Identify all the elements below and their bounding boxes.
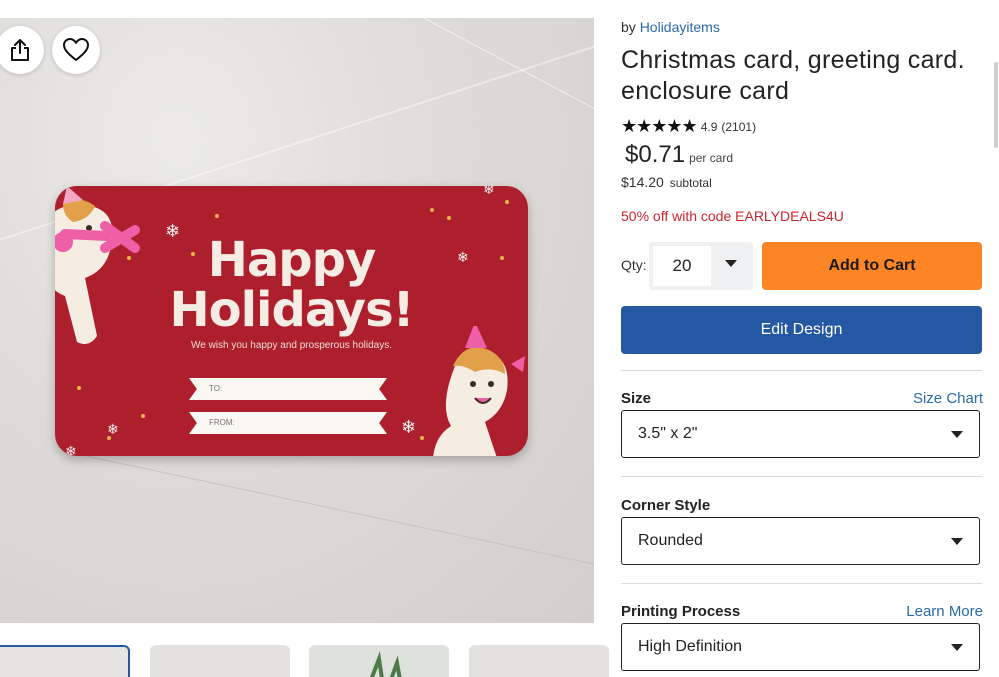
card-art-line2: Holidays! (169, 282, 414, 338)
subtotal-value: $14.20 (621, 174, 664, 190)
corner-style-select-value: Rounded (638, 532, 703, 549)
card-art-line1: Happy (207, 232, 377, 288)
confetti-dot (430, 208, 434, 212)
by-prefix: by (621, 19, 636, 35)
divider (621, 583, 982, 584)
page-scrollbar[interactable] (994, 62, 998, 148)
thumbnail-strip (0, 645, 609, 677)
product-card-image[interactable]: ❄ ❄ ❄ ❄ ❄ ❄ Happy Holidays! We wish you … (55, 186, 528, 456)
confetti-dot (141, 414, 145, 418)
heart-icon (63, 38, 89, 61)
printing-process-label: Printing Process (621, 603, 741, 620)
rating-row[interactable]: ★★★★★ 4.9 (2101) (621, 116, 756, 137)
chevron-down-icon (951, 538, 963, 545)
confetti-dot (215, 214, 219, 218)
share-icon (11, 39, 29, 61)
marble-vein (86, 455, 594, 582)
size-select[interactable]: 3.5" x 2" (621, 410, 980, 458)
subtotal: $14.20 subtotal (621, 174, 712, 190)
qty-label: Qty: (621, 257, 647, 273)
promo-text: 50% off with code EARLYDEALS4U (621, 208, 844, 224)
thumbnail-1[interactable] (0, 645, 130, 677)
rating-count: (2101) (721, 119, 757, 134)
confetti-dot (77, 386, 81, 390)
divider (621, 370, 982, 371)
divider (621, 476, 982, 477)
card-art-subtitle: We wish you happy and prosperous holiday… (190, 340, 393, 351)
printing-process-select[interactable]: High Definition (621, 623, 980, 671)
price-unit: per card (689, 151, 734, 165)
rating-stars-icon: ★★★★★ (621, 116, 698, 136)
confetti-dot (420, 436, 424, 440)
card-to-label: TO: (209, 384, 223, 393)
price: $0.71 per card (625, 141, 733, 169)
add-to-cart-button[interactable]: Add to Cart (762, 242, 982, 290)
thumbnail-2[interactable] (150, 645, 290, 677)
price-value: $0.71 (625, 141, 686, 168)
favorite-button[interactable] (52, 26, 100, 74)
chevron-down-icon (951, 431, 963, 438)
thumbnail-4[interactable] (469, 645, 609, 677)
plant-thumbnail-art (369, 651, 402, 677)
card-from-ribbon: FROM: (189, 412, 387, 434)
snowflake-icon: ❄ (483, 186, 495, 197)
rating-value: 4.9 (700, 119, 718, 134)
card-from-label: FROM: (209, 418, 235, 427)
subtotal-label: subtotal (669, 176, 712, 190)
chevron-down-icon[interactable] (725, 260, 737, 267)
thumbnail-3[interactable] (309, 645, 449, 677)
quantity-input[interactable] (653, 246, 711, 286)
printing-process-select-value: High Definition (638, 638, 743, 655)
chevron-down-icon (951, 644, 963, 651)
confetti-dot (505, 200, 509, 204)
learn-more-link[interactable]: Learn More (906, 603, 983, 620)
snowflake-icon: ❄ (65, 443, 77, 456)
card-to-ribbon: TO: (189, 378, 387, 400)
seller-line: by Holidayitems (621, 19, 720, 35)
edit-design-button[interactable]: Edit Design (621, 306, 982, 354)
size-chart-link[interactable]: Size Chart (913, 390, 983, 407)
size-label: Size (621, 390, 652, 407)
product-title: Christmas card, greeting card. enclosure… (621, 46, 965, 105)
corner-style-label: Corner Style (621, 497, 711, 514)
snowflake-icon: ❄ (107, 421, 119, 437)
size-select-value: 3.5" x 2" (638, 425, 698, 442)
seller-link[interactable]: Holidayitems (640, 19, 720, 35)
quantity-select[interactable] (649, 242, 753, 290)
product-image-panel: ❄ ❄ ❄ ❄ ❄ ❄ Happy Holidays! We wish you … (0, 18, 594, 623)
snowflake-icon: ❄ (401, 417, 417, 437)
corner-style-select[interactable]: Rounded (621, 517, 980, 565)
confetti-dot (447, 216, 451, 220)
marble-vein (323, 18, 594, 153)
